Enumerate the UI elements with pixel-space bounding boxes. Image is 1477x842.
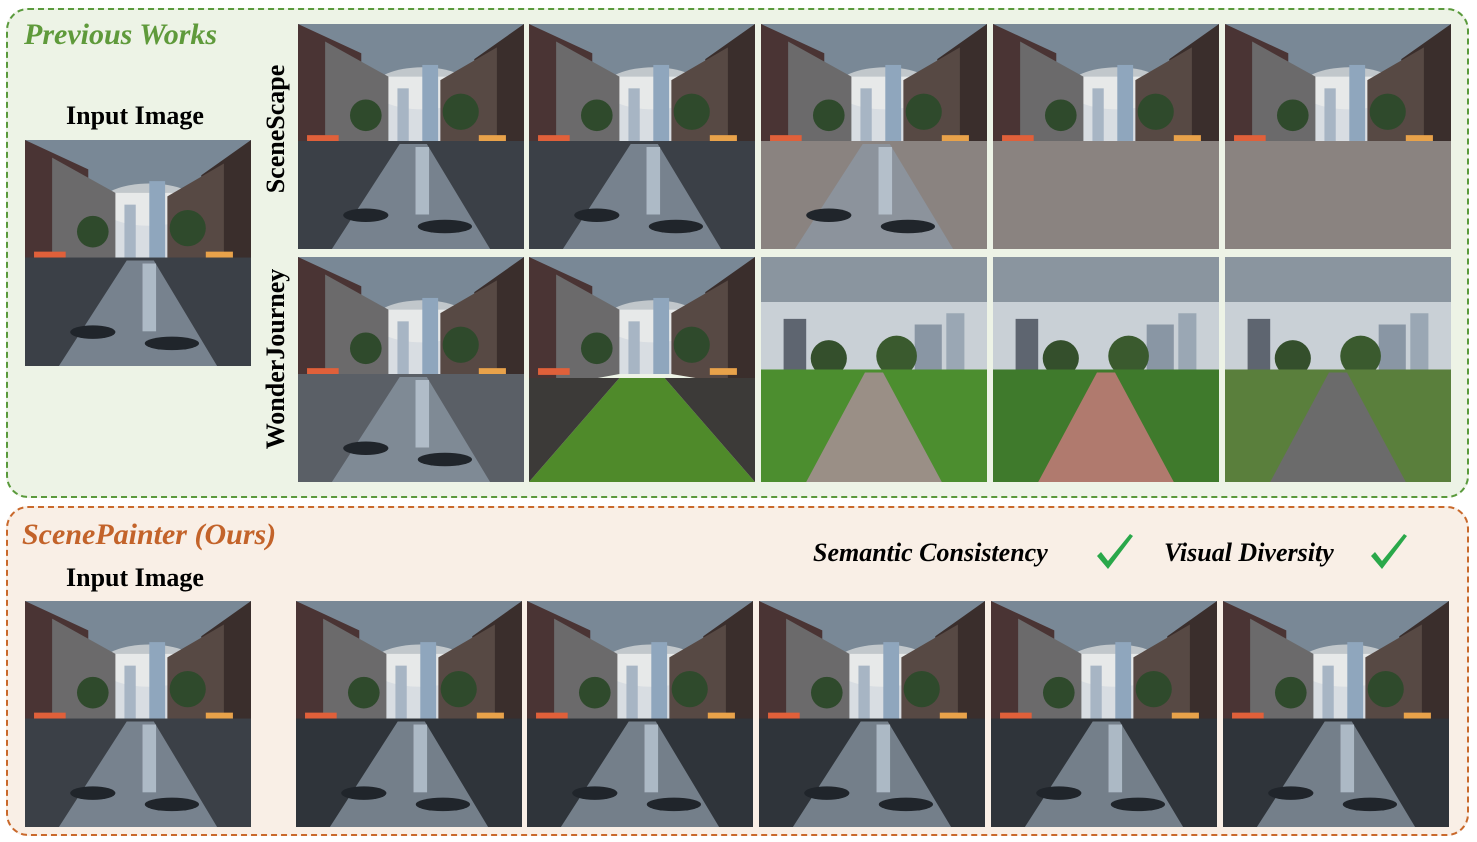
check-icon <box>1365 530 1413 583</box>
previous-works-title: Previous Works <box>24 18 218 51</box>
row-label-wonderjourney: WonderJourney <box>261 268 290 450</box>
check-icon <box>1091 530 1139 583</box>
scenepainter-frame-4 <box>991 601 1217 827</box>
wonderjourney-frame-5 <box>1225 257 1451 482</box>
scenescape-frame-2 <box>529 24 755 249</box>
scenepainter-frame-2 <box>527 601 753 827</box>
ours-input-image-label: Input Image <box>66 563 204 592</box>
scenepainter-title: ScenePainter (Ours) <box>22 518 277 551</box>
scenepainter-frame-1 <box>296 601 522 827</box>
wonderjourney-frame-2 <box>529 257 755 482</box>
scenepainter-frame-3 <box>759 601 985 827</box>
scenepainter-frame-5 <box>1223 601 1449 827</box>
row-label-scenescape: SceneScape <box>261 64 290 194</box>
wonderjourney-frame-4 <box>993 257 1219 482</box>
scenescape-frame-3 <box>761 24 987 249</box>
semantic-consistency-label: Semantic Consistency <box>813 538 1048 567</box>
wonderjourney-frame-1 <box>298 257 524 482</box>
prev-input-image-label: Input Image <box>66 101 204 130</box>
scenescape-frame-4 <box>993 24 1219 249</box>
scenescape-frame-5 <box>1225 24 1451 249</box>
prev-input-image <box>25 140 251 366</box>
wonderjourney-frame-3 <box>761 257 987 482</box>
ours-input-image <box>25 601 251 827</box>
scenescape-frame-1 <box>298 24 524 249</box>
visual-diversity-label: Visual Diversity <box>1164 538 1334 567</box>
